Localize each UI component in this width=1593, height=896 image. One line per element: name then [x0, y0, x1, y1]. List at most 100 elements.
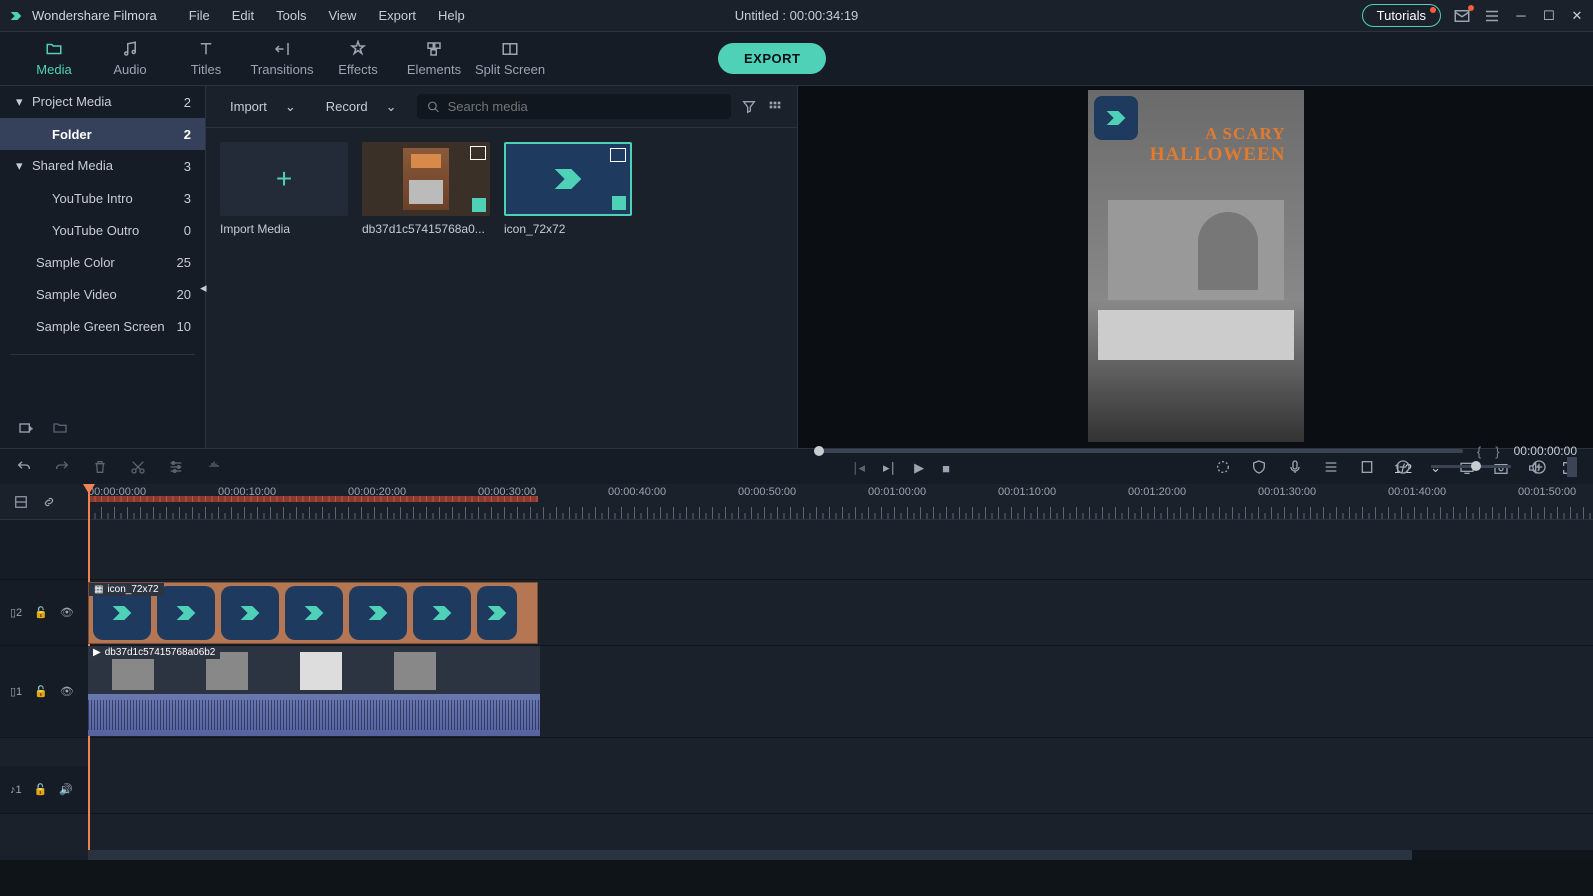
import-dropdown[interactable]: Import ⌄ — [220, 95, 306, 119]
tab-audio[interactable]: Audio — [92, 40, 168, 77]
zoom-out-icon[interactable] — [1395, 459, 1411, 475]
maximize-icon[interactable]: ☐ — [1541, 8, 1557, 24]
video-icon: ▶ — [93, 647, 101, 658]
zoom-fit-icon[interactable] — [1567, 457, 1577, 477]
eye-icon[interactable]: 👁 — [60, 606, 74, 619]
mic-icon[interactable] — [1287, 459, 1303, 475]
color-icon[interactable] — [1215, 459, 1231, 475]
speaker-icon[interactable]: 🔊 — [59, 783, 73, 796]
record-dropdown[interactable]: Record ⌄ — [316, 95, 407, 119]
transitions-icon — [273, 40, 291, 58]
tab-titles-label: Titles — [191, 62, 222, 77]
check-icon — [612, 196, 626, 210]
tab-media[interactable]: Media — [16, 40, 92, 77]
lock-icon[interactable]: 🔓 — [34, 606, 48, 619]
project-title: Untitled : 00:00:34:19 — [735, 8, 859, 23]
tab-split-screen[interactable]: Split Screen — [472, 40, 548, 77]
tab-elements-label: Elements — [407, 62, 461, 77]
new-folder-icon[interactable] — [18, 420, 34, 436]
undo-icon[interactable] — [16, 459, 32, 475]
sidebar-sample-color[interactable]: Sample Color25 — [0, 246, 205, 278]
link-icon[interactable] — [42, 495, 56, 509]
chevron-down-icon: ⌄ — [285, 99, 296, 115]
sidebar-folder[interactable]: Folder2 — [0, 118, 205, 150]
import-media-tile[interactable]: + Import Media — [220, 142, 348, 236]
scrub-playhead[interactable] — [814, 446, 824, 456]
sidebar-shared-media[interactable]: ▾Shared Media3 — [0, 150, 205, 182]
tab-split-label: Split Screen — [475, 62, 545, 77]
play-icon[interactable]: ▶ — [914, 460, 924, 476]
timeline: 00:00:00:00 00:00:10:00 00:00:20:00 00:0… — [0, 484, 1593, 860]
image-icon: ▦ — [94, 584, 103, 595]
lock-icon[interactable]: 🔓 — [34, 685, 48, 698]
tab-elements[interactable]: Elements — [396, 40, 472, 77]
marker-icon[interactable] — [1359, 459, 1375, 475]
filter-icon[interactable] — [741, 99, 757, 115]
tab-transitions[interactable]: Transitions — [244, 40, 320, 77]
adjust-icon[interactable] — [168, 459, 184, 475]
play-pause-icon[interactable]: ▸∣ — [883, 460, 896, 476]
preview-canvas[interactable]: A SCARY HALLOWEEN — [1088, 90, 1304, 442]
menu-export[interactable]: Export — [370, 4, 424, 27]
menu-file[interactable]: File — [181, 4, 218, 27]
sidebar-youtube-intro[interactable]: YouTube Intro3 — [0, 182, 205, 214]
timeline-scrollbar[interactable] — [88, 850, 1593, 860]
sidebar-sample-video[interactable]: Sample Video20 — [0, 278, 205, 310]
lock-icon[interactable]: 🔓 — [34, 783, 48, 796]
sidebar-sample-green[interactable]: Sample Green Screen10 — [0, 310, 205, 342]
track-head-main[interactable]: ▯1 🔓 👁 — [0, 646, 88, 737]
overlay-logo — [1094, 96, 1138, 140]
tutorials-button[interactable]: Tutorials — [1362, 4, 1441, 27]
effects-icon — [349, 40, 367, 58]
clip-pip[interactable]: ▦icon_72x72 — [88, 582, 538, 644]
filmora-logo-icon — [548, 159, 588, 199]
audio-sync-icon[interactable] — [206, 459, 222, 475]
tab-effects-label: Effects — [338, 62, 378, 77]
close-icon[interactable]: ✕ — [1569, 8, 1585, 24]
folder-icon[interactable] — [52, 420, 68, 436]
minimize-icon[interactable]: ─ — [1513, 8, 1529, 24]
timeline-ruler[interactable]: 00:00:00:00 00:00:10:00 00:00:20:00 00:0… — [88, 484, 1593, 519]
track-layout-icon[interactable] — [14, 495, 28, 509]
prev-frame-icon[interactable]: ∣◂ — [852, 460, 865, 476]
menu-edit[interactable]: Edit — [224, 4, 262, 27]
mixer-icon[interactable] — [1323, 459, 1339, 475]
tab-audio-label: Audio — [113, 62, 146, 77]
eye-icon[interactable]: 👁 — [60, 685, 74, 698]
clip-main-video[interactable]: ▶db37d1c57415768a06b2 — [88, 646, 540, 694]
video-badge-icon — [470, 146, 486, 160]
zoom-slider[interactable] — [1431, 465, 1511, 468]
check-icon — [472, 198, 486, 212]
cut-icon[interactable] — [130, 459, 146, 475]
shield-icon[interactable] — [1251, 459, 1267, 475]
media-panel: Import ⌄ Record ⌄ + Import Media — [206, 86, 798, 448]
tab-media-label: Media — [36, 62, 71, 77]
mail-icon[interactable] — [1453, 7, 1471, 25]
clip-main-audio[interactable] — [88, 694, 540, 736]
elements-icon — [425, 40, 443, 58]
menu-list-icon[interactable] — [1483, 7, 1501, 25]
zoom-in-icon[interactable] — [1531, 459, 1547, 475]
media-thumb-1[interactable]: db37d1c57415768a0... — [362, 142, 490, 236]
export-button[interactable]: EXPORT — [718, 43, 826, 74]
app-logo-icon — [8, 8, 24, 24]
stop-icon[interactable]: ■ — [942, 461, 950, 476]
search-input[interactable] — [448, 99, 721, 114]
delete-icon[interactable] — [92, 459, 108, 475]
menu-tools[interactable]: Tools — [268, 4, 314, 27]
music-icon — [121, 40, 139, 58]
menu-view[interactable]: View — [320, 4, 364, 27]
media-thumb-2[interactable]: icon_72x72 — [504, 142, 632, 236]
sidebar-project-media[interactable]: ▾Project Media2 — [0, 86, 205, 118]
sidebar-youtube-outro[interactable]: YouTube Outro0 — [0, 214, 205, 246]
menu-help[interactable]: Help — [430, 4, 473, 27]
track-head-audio[interactable]: ♪1 🔓 🔊 — [0, 766, 88, 813]
chevron-down-icon: ⌄ — [386, 99, 397, 115]
scrub-track[interactable] — [814, 449, 1463, 453]
tab-titles[interactable]: Titles — [168, 40, 244, 77]
redo-icon[interactable] — [54, 459, 70, 475]
grid-view-icon[interactable] — [767, 99, 783, 115]
tab-effects[interactable]: Effects — [320, 40, 396, 77]
sidebar-collapse-icon[interactable]: ◂ — [200, 280, 207, 296]
track-head-pip[interactable]: ▯2 🔓 👁 — [0, 580, 88, 645]
